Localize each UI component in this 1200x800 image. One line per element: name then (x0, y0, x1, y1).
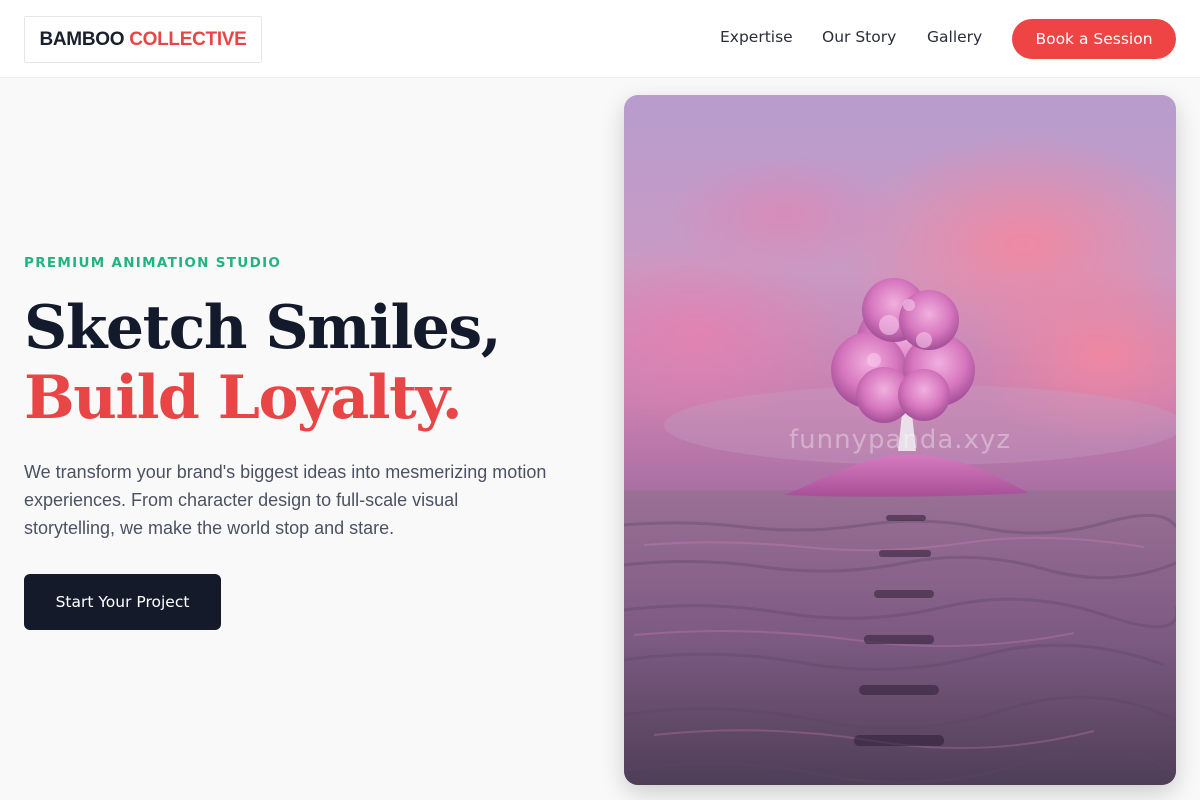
hero-eyebrow: PREMIUM ANIMATION STUDIO (24, 255, 282, 271)
nav-link-gallery[interactable]: Gallery (927, 28, 982, 46)
start-project-button[interactable]: Start Your Project (24, 574, 221, 630)
nav-link-our-story[interactable]: Our Story (822, 28, 896, 46)
book-session-button[interactable]: Book a Session (1012, 19, 1176, 59)
brand-logo[interactable]: BAMBOO COLLECTIVE (24, 16, 262, 63)
brand-word-1: BAMBOO (39, 28, 125, 50)
image-watermark: funnypanda.xyz (788, 425, 1011, 455)
hero-headline-line-1: Sketch Smiles, (24, 293, 502, 363)
site-header: BAMBOO COLLECTIVE Expertise Our Story Gal… (0, 0, 1200, 78)
nav-link-expertise[interactable]: Expertise (720, 28, 793, 46)
hero-description: We transform your brand's biggest ideas … (24, 462, 547, 538)
hero-headline-line-2: Build Loyalty. (24, 363, 463, 433)
hero-image: funnypanda.xyz (624, 95, 1176, 785)
brand-word-2: COLLECTIVE (129, 28, 247, 50)
